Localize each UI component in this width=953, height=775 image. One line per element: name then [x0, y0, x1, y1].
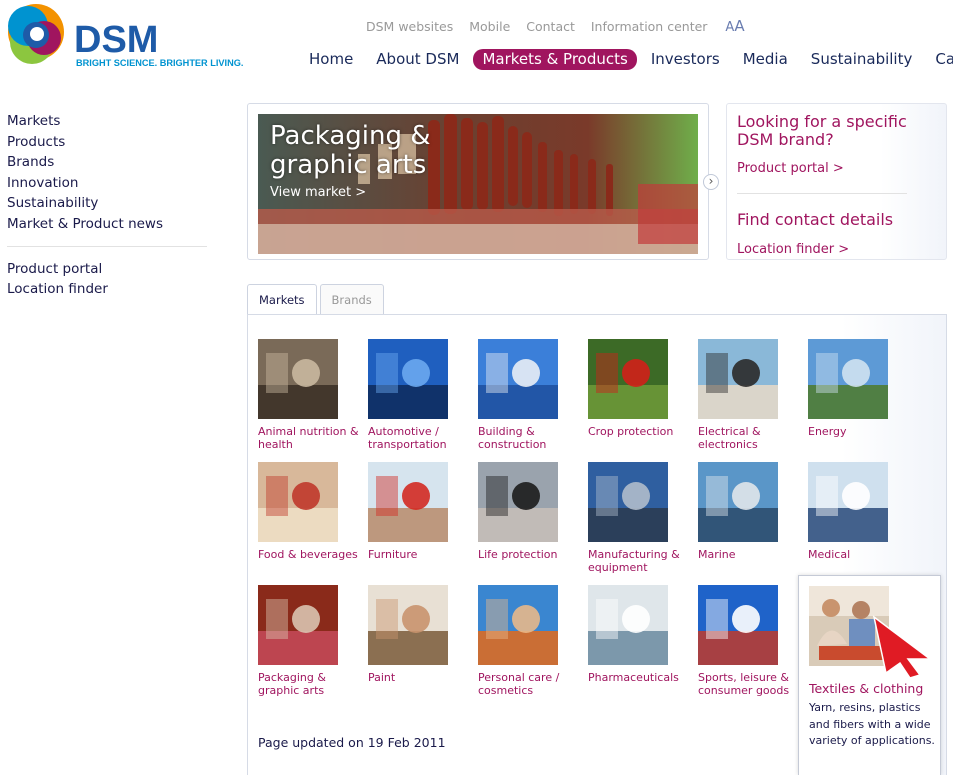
market-tile[interactable]: Energy: [808, 339, 912, 438]
banner-image[interactable]: Packaging & graphic arts View market >: [258, 114, 698, 254]
nav-investors[interactable]: Investors: [642, 49, 729, 70]
svg-text:DSM: DSM: [74, 19, 158, 61]
market-tile-label[interactable]: Pharmaceuticals: [588, 671, 692, 684]
nav-home[interactable]: Home: [300, 49, 362, 70]
cows-photo[interactable]: [258, 339, 338, 419]
couple-sofa-photo[interactable]: [368, 462, 448, 542]
text-size-large[interactable]: A: [734, 17, 744, 35]
tomato-photo[interactable]: [588, 339, 668, 419]
market-tile-label[interactable]: Building & construction: [478, 425, 582, 451]
market-tile-label[interactable]: Personal care / cosmetics: [478, 671, 582, 697]
cursor-arrow-icon: [872, 615, 933, 679]
contact-heading: Find contact details: [737, 210, 894, 229]
market-tile[interactable]: Automotive / transportation: [368, 339, 472, 451]
sidebar-item-product-portal[interactable]: Product portal: [7, 259, 212, 280]
market-tile[interactable]: Furniture: [368, 462, 472, 561]
market-tile[interactable]: Electrical & electronics: [698, 339, 802, 451]
quick-links-box: Looking for a specific DSM brand? Produc…: [726, 103, 947, 260]
dsm-logo[interactable]: DSM BRIGHT SCIENCE. BRIGHTER LIVING.: [6, 2, 246, 74]
car-photo[interactable]: [368, 339, 448, 419]
market-tile[interactable]: Life protection: [478, 462, 582, 561]
sailing-photo[interactable]: [698, 462, 778, 542]
nav-about-dsm[interactable]: About DSM: [367, 49, 468, 70]
market-tile[interactable]: Crop protection: [588, 339, 692, 438]
woman-laptop-photo[interactable]: [698, 339, 778, 419]
doctor-xray-photo[interactable]: [808, 462, 888, 542]
field-sky-photo[interactable]: [808, 339, 888, 419]
nav-markets-products[interactable]: Markets & Products: [473, 49, 637, 70]
popup-title[interactable]: Textiles & clothing: [809, 681, 923, 696]
banner-title: Packaging & graphic arts: [270, 121, 431, 180]
sidebar: Markets Products Brands Innovation Susta…: [7, 111, 212, 300]
painting-photo[interactable]: [368, 585, 448, 665]
market-tile[interactable]: Personal care / cosmetics: [478, 585, 582, 697]
market-tile[interactable]: Manufacturing & equipment: [588, 462, 692, 574]
market-tile[interactable]: Food & beverages: [258, 462, 362, 561]
sidebar-item-markets[interactable]: Markets: [7, 111, 212, 132]
nav-careers[interactable]: Careers: [926, 49, 953, 70]
market-tile-label[interactable]: Furniture: [368, 548, 472, 561]
supermarket-photo[interactable]: [258, 585, 338, 665]
brand-search-heading: Looking for a specific DSM brand?: [737, 112, 907, 149]
location-finder-link[interactable]: Location finder >: [737, 242, 849, 257]
sidebar-item-innovation[interactable]: Innovation: [7, 173, 212, 194]
market-tile[interactable]: Packaging & graphic arts: [258, 585, 362, 697]
market-tile[interactable]: Paint: [368, 585, 472, 684]
sidebar-divider: [7, 245, 207, 247]
tab-markets[interactable]: Markets: [247, 284, 317, 315]
woman-sunscreen-photo[interactable]: [478, 585, 558, 665]
market-tile-label[interactable]: Energy: [808, 425, 912, 438]
sidebar-item-brands[interactable]: Brands: [7, 152, 212, 173]
market-tile-label[interactable]: Medical: [808, 548, 912, 561]
market-tile[interactable]: Medical: [808, 462, 912, 561]
market-tile-label[interactable]: Food & beverages: [258, 548, 362, 561]
market-tile-label[interactable]: Manufacturing & equipment: [588, 548, 692, 574]
box-divider: [737, 193, 907, 194]
market-tile-label[interactable]: Life protection: [478, 548, 582, 561]
market-tile[interactable]: Marine: [698, 462, 802, 561]
market-tile-label[interactable]: Animal nutrition & health: [258, 425, 362, 451]
market-tile-label[interactable]: Marine: [698, 548, 802, 561]
text-size-small[interactable]: A: [725, 20, 734, 35]
page-updated-text: Page updated on 19 Feb 2011: [258, 735, 446, 750]
product-portal-link[interactable]: Product portal >: [737, 161, 844, 176]
sidebar-item-location-finder[interactable]: Location finder: [7, 279, 212, 300]
police-photo[interactable]: [478, 462, 558, 542]
market-tile[interactable]: Building & construction: [478, 339, 582, 451]
market-tile-label[interactable]: Sports, leisure & consumer goods: [698, 671, 802, 697]
kids-eating-photo[interactable]: [258, 462, 338, 542]
market-tile[interactable]: Animal nutrition & health: [258, 339, 362, 451]
banner-view-market-link[interactable]: View market >: [270, 185, 366, 200]
sidebar-item-products[interactable]: Products: [7, 132, 212, 153]
market-tile[interactable]: Pharmaceuticals: [588, 585, 692, 684]
utility-link-dsm-websites[interactable]: DSM websites: [366, 19, 453, 34]
market-tile[interactable]: Sports, leisure & consumer goods: [698, 585, 802, 697]
popup-description: Yarn, resins, plastics and fibers with a…: [809, 701, 935, 747]
tab-brands[interactable]: Brands: [319, 284, 384, 315]
svg-text:BRIGHT SCIENCE. BRIGHTER LIVIN: BRIGHT SCIENCE. BRIGHTER LIVING.: [76, 58, 243, 68]
factory-photo[interactable]: [588, 462, 668, 542]
market-tile-label[interactable]: Paint: [368, 671, 472, 684]
nav-media[interactable]: Media: [734, 49, 797, 70]
utility-link-mobile[interactable]: Mobile: [469, 19, 510, 34]
site-header: DSM BRIGHT SCIENCE. BRIGHTER LIVING. DSM…: [0, 0, 953, 82]
utility-nav: DSM websites Mobile Contact Information …: [366, 17, 757, 35]
main-nav: Home About DSM Markets & Products Invest…: [300, 49, 953, 70]
market-tile-label[interactable]: Automotive / transportation: [368, 425, 472, 451]
pharmacy-photo[interactable]: [588, 585, 668, 665]
ski-photo[interactable]: [698, 585, 778, 665]
bridge-photo[interactable]: [478, 339, 558, 419]
market-tile-label[interactable]: Packaging & graphic arts: [258, 671, 362, 697]
market-tile-label[interactable]: Crop protection: [588, 425, 692, 438]
sidebar-item-sustainability[interactable]: Sustainability: [7, 193, 212, 214]
tabs: Markets Brands: [247, 284, 387, 315]
utility-link-information-center[interactable]: Information center: [591, 19, 708, 34]
featured-banner: Packaging & graphic arts View market > ›: [247, 103, 719, 260]
text-size-toggle[interactable]: AA: [725, 17, 744, 35]
market-tile-label[interactable]: Electrical & electronics: [698, 425, 802, 451]
nav-sustainability[interactable]: Sustainability: [802, 49, 922, 70]
chevron-right-icon[interactable]: ›: [703, 174, 719, 190]
sidebar-item-market-product-news[interactable]: Market & Product news: [7, 214, 212, 235]
utility-link-contact[interactable]: Contact: [526, 19, 575, 34]
